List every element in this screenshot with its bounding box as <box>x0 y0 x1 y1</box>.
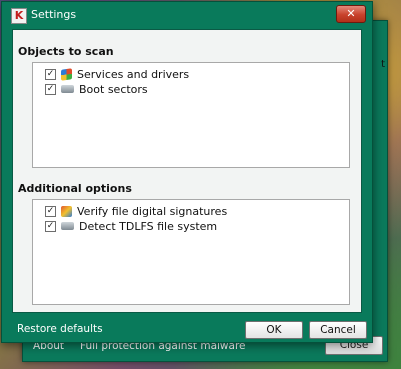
item-label: Verify file digital signatures <box>77 204 228 218</box>
signature-icon <box>61 205 72 217</box>
dialog-footer: Restore defaults OK Cancel <box>2 313 372 341</box>
title-bar: K Settings ✕ <box>2 2 372 28</box>
list-item[interactable]: ✓ Detect TDLFS file system <box>33 219 349 233</box>
checkbox-boot-sectors[interactable]: ✓ <box>45 83 56 95</box>
list-item[interactable]: ✓ Boot sectors <box>33 82 349 96</box>
drive-icon <box>61 85 74 93</box>
additional-options-list: ✓ Verify file digital signatures ✓ Detec… <box>32 199 350 305</box>
objects-to-scan-list: ✓ Services and drivers ✓ Boot sectors <box>32 62 350 168</box>
item-label: Boot sectors <box>79 82 148 96</box>
restore-defaults-link[interactable]: Restore defaults <box>17 323 103 335</box>
settings-content: Objects to scan ✓ Services and drivers ✓… <box>12 29 362 313</box>
list-item[interactable]: ✓ Verify file digital signatures <box>33 204 349 218</box>
drive-icon <box>61 222 74 230</box>
cancel-button[interactable]: Cancel <box>309 321 367 339</box>
checkbox-detect-tdlfs[interactable]: ✓ <box>45 220 56 232</box>
settings-dialog: K Settings ✕ Objects to scan ✓ Services … <box>1 1 373 343</box>
windows-logo-icon <box>61 67 72 81</box>
ok-button[interactable]: OK <box>245 321 303 339</box>
app-logo-icon: K <box>11 8 27 24</box>
item-label: Detect TDLFS file system <box>79 219 218 233</box>
list-item[interactable]: ✓ Services and drivers <box>33 67 349 81</box>
item-label: Services and drivers <box>77 67 190 81</box>
close-window-button[interactable]: ✕ <box>336 5 366 23</box>
window-title: Settings <box>31 8 77 21</box>
background-edge-text: t <box>381 59 385 70</box>
checkbox-verify-signatures[interactable]: ✓ <box>45 205 56 217</box>
checkbox-services-drivers[interactable]: ✓ <box>45 68 56 80</box>
additional-options-heading: Additional options <box>18 182 132 195</box>
objects-to-scan-heading: Objects to scan <box>18 45 114 58</box>
